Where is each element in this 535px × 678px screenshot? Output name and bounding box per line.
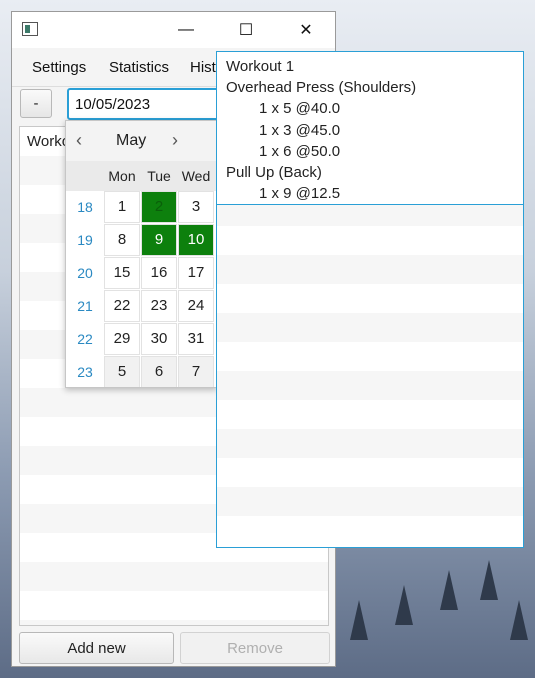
calendar-day[interactable]: 16 bbox=[141, 257, 177, 289]
remove-button[interactable]: Remove bbox=[180, 632, 330, 664]
calendar-day[interactable]: 10 bbox=[178, 224, 214, 256]
calendar-day[interactable]: 7 bbox=[178, 356, 214, 387]
maximize-icon: ☐ bbox=[238, 22, 254, 39]
minimize-button[interactable]: — bbox=[163, 12, 209, 48]
list-row bbox=[217, 487, 523, 516]
calendar-day[interactable]: 9 bbox=[141, 224, 177, 256]
tree-shape bbox=[480, 560, 498, 600]
list-row bbox=[20, 562, 328, 591]
list-row bbox=[217, 458, 523, 487]
calendar-day[interactable]: 3 bbox=[178, 191, 214, 223]
list-row bbox=[217, 516, 523, 545]
date-picker-popup: ‹ May › Mon Tue Wed 18 1 2 3 19 8 9 10 2… bbox=[65, 120, 217, 388]
list-row bbox=[217, 255, 523, 284]
exercise-set: 1 x 6 @50.0 bbox=[259, 142, 341, 160]
minimize-icon: — bbox=[178, 21, 194, 38]
list-row bbox=[217, 371, 523, 400]
calendar-header: ‹ May › bbox=[66, 121, 216, 161]
week-number: 21 bbox=[77, 298, 93, 314]
next-month-icon[interactable]: › bbox=[172, 130, 178, 151]
list-row bbox=[20, 620, 328, 625]
tree-shape bbox=[440, 570, 458, 610]
weekday-header: Mon Tue Wed bbox=[66, 161, 216, 191]
week-number: 22 bbox=[77, 331, 93, 347]
exercise-set: 1 x 9 @12.5 bbox=[259, 185, 341, 203]
tree-shape bbox=[510, 600, 528, 640]
menu-history[interactable]: Hist bbox=[190, 59, 216, 76]
tree-shape bbox=[395, 585, 413, 625]
calendar-day[interactable]: 23 bbox=[141, 290, 177, 322]
calendar-day[interactable]: 1 bbox=[104, 191, 140, 223]
exercise-set: 1 x 3 @45.0 bbox=[259, 121, 341, 139]
calendar-day[interactable]: 8 bbox=[104, 224, 140, 256]
weekday-label: Wed bbox=[181, 168, 211, 184]
workout-detail: Workout 1 Overhead Press (Shoulders) 1 x… bbox=[217, 52, 523, 205]
list-row bbox=[20, 591, 328, 620]
weekday-label: Mon bbox=[108, 168, 136, 184]
weekday-label: Tue bbox=[147, 168, 171, 184]
list-row bbox=[217, 342, 523, 371]
week-number: 20 bbox=[77, 265, 93, 281]
calendar-day[interactable]: 6 bbox=[141, 356, 177, 387]
title-bar: — ☐ ✕ bbox=[12, 12, 335, 48]
exercise-name: Overhead Press (Shoulders) bbox=[226, 79, 417, 97]
list-row bbox=[217, 400, 523, 429]
maximize-button[interactable]: ☐ bbox=[223, 12, 269, 48]
week-number: 23 bbox=[77, 364, 93, 380]
list-row bbox=[217, 429, 523, 458]
remove-day-button[interactable]: - bbox=[20, 89, 52, 118]
calendar-day[interactable]: 17 bbox=[178, 257, 214, 289]
calendar-day[interactable]: 24 bbox=[178, 290, 214, 322]
calendar-day[interactable]: 2 bbox=[141, 191, 177, 223]
menu-statistics[interactable]: Statistics bbox=[109, 59, 169, 76]
calendar-day[interactable]: 15 bbox=[104, 257, 140, 289]
list-row bbox=[217, 226, 523, 255]
week-number: 19 bbox=[77, 232, 93, 248]
previous-month-icon[interactable]: ‹ bbox=[76, 130, 82, 151]
week-number: 18 bbox=[77, 199, 93, 215]
add-new-button[interactable]: Add new bbox=[19, 632, 174, 664]
exercise-name: Pull Up (Back) bbox=[226, 164, 322, 182]
exercise-set: 1 x 5 @40.0 bbox=[259, 100, 341, 118]
list-row bbox=[217, 284, 523, 313]
tree-shape bbox=[350, 600, 368, 640]
workout-title: Workout 1 bbox=[226, 58, 295, 75]
calendar-day[interactable]: 30 bbox=[141, 323, 177, 355]
calendar-month-label: May bbox=[116, 132, 147, 149]
list-row bbox=[217, 313, 523, 342]
calendar-day[interactable]: 22 bbox=[104, 290, 140, 322]
menu-settings[interactable]: Settings bbox=[32, 59, 86, 76]
calendar-day[interactable]: 29 bbox=[104, 323, 140, 355]
app-icon bbox=[22, 22, 38, 36]
calendar-day[interactable]: 5 bbox=[104, 356, 140, 387]
calendar-day[interactable]: 31 bbox=[178, 323, 214, 355]
close-button[interactable]: ✕ bbox=[283, 12, 329, 48]
workout-detail-popup: Workout 1 Overhead Press (Shoulders) 1 x… bbox=[216, 51, 524, 548]
close-icon: ✕ bbox=[299, 22, 313, 39]
date-field[interactable] bbox=[67, 88, 227, 120]
